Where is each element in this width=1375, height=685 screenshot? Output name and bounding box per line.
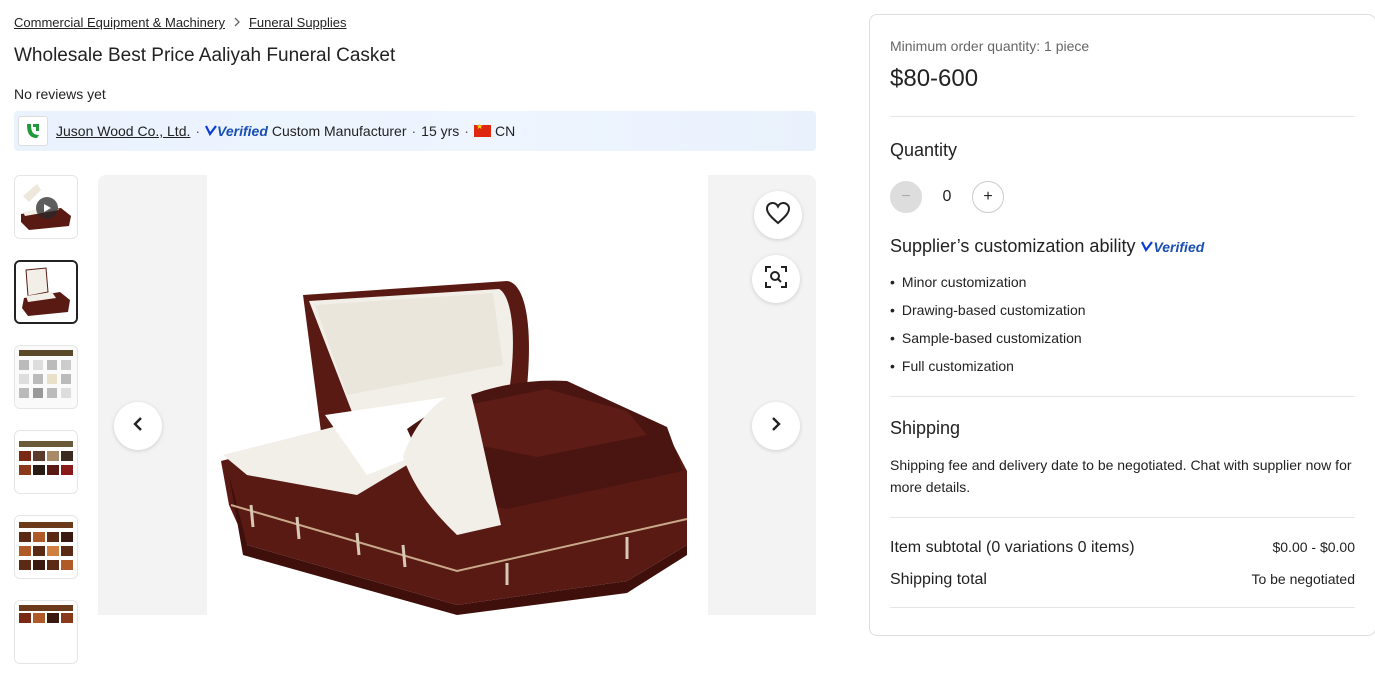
product-image-gallery bbox=[98, 175, 816, 615]
shipping-total-label: Shipping total bbox=[890, 571, 987, 588]
subtotal-label: Item subtotal (0 variations 0 items) bbox=[890, 539, 1135, 556]
supplier-name-link[interactable]: Juson Wood Co., Ltd. bbox=[56, 123, 190, 139]
heart-icon bbox=[765, 201, 791, 230]
customization-list: • Minor customization • Drawing-based cust… bbox=[890, 270, 1355, 382]
main-product-image[interactable] bbox=[207, 175, 708, 615]
supplier-country: CN bbox=[494, 123, 516, 139]
purchase-panel: Minimum order quantity: 1 piece $80-600 … bbox=[869, 14, 1375, 636]
thumbnail-lining-options[interactable] bbox=[14, 345, 78, 409]
thumbnail-color-options[interactable] bbox=[14, 430, 78, 494]
shipping-description: Shipping fee and delivery date to be neg… bbox=[890, 457, 1352, 495]
decrease-quantity-button[interactable]: − bbox=[890, 181, 922, 213]
separator-dot: · bbox=[411, 123, 417, 139]
thumbnail-casket-open[interactable] bbox=[14, 260, 78, 324]
product-title: Wholesale Best Price Aaliyah Funeral Cas… bbox=[14, 45, 396, 66]
verified-label: Verified bbox=[217, 123, 268, 139]
thumbnail-list bbox=[14, 175, 78, 685]
divider bbox=[890, 607, 1355, 608]
increase-quantity-button[interactable]: + bbox=[972, 181, 1004, 213]
customization-item: Drawing-based customization bbox=[901, 302, 1086, 318]
list-item: • Minor customization bbox=[890, 270, 1355, 298]
china-flag-icon bbox=[473, 122, 491, 137]
supplier-bar: Juson Wood Co., Ltd. · Verified Custom M… bbox=[14, 111, 816, 151]
subtotal-row: Item subtotal (0 variations 0 items) $0.… bbox=[890, 539, 1355, 557]
thumbnail-video[interactable] bbox=[14, 175, 78, 239]
verified-check-icon bbox=[205, 123, 217, 139]
verified-check-icon bbox=[1141, 239, 1154, 255]
minimum-order-quantity: Minimum order quantity: 1 piece bbox=[890, 38, 1090, 54]
chevron-left-icon bbox=[131, 416, 145, 437]
customization-title: Supplier’s customization ability bbox=[890, 236, 1136, 256]
customization-item: Minor customization bbox=[901, 274, 1027, 290]
verified-label: Verified bbox=[1153, 238, 1205, 255]
reviews-status: No reviews yet bbox=[14, 86, 106, 102]
thumbnail-more[interactable] bbox=[14, 600, 78, 664]
list-item: • Sample-based customization bbox=[890, 326, 1355, 354]
favorite-button[interactable] bbox=[754, 191, 802, 239]
visual-search-button[interactable] bbox=[752, 255, 800, 303]
quantity-stepper: − + bbox=[890, 181, 1355, 213]
breadcrumb: Commercial Equipment & Machinery Funeral… bbox=[14, 15, 347, 30]
separator-dot: · bbox=[195, 123, 201, 139]
customization-heading: Supplier’s customization ability Verifie… bbox=[890, 236, 1355, 257]
divider bbox=[890, 517, 1355, 518]
chevron-right-icon bbox=[233, 16, 241, 30]
list-item: • Drawing-based customization bbox=[890, 298, 1355, 326]
shipping-total-value: To be negotiated bbox=[1251, 571, 1355, 587]
price-range: $80-600 bbox=[890, 65, 979, 92]
quantity-label: Quantity bbox=[890, 140, 958, 160]
thumbnail-hardware-options[interactable] bbox=[14, 515, 78, 579]
divider bbox=[890, 396, 1355, 397]
next-image-button[interactable] bbox=[752, 402, 800, 450]
shipping-total-row: Shipping total To be negotiated bbox=[890, 571, 1355, 589]
previous-image-button[interactable] bbox=[114, 402, 162, 450]
customization-item: Full customization bbox=[901, 358, 1014, 374]
customization-item: Sample-based customization bbox=[901, 330, 1082, 346]
separator-dot: · bbox=[464, 123, 469, 139]
divider bbox=[890, 116, 1355, 117]
supplier-years: 15 yrs bbox=[421, 123, 460, 139]
supplier-type: Custom Manufacturer bbox=[271, 123, 407, 139]
breadcrumb-link-commercial-equipment[interactable]: Commercial Equipment & Machinery bbox=[14, 15, 225, 30]
shipping-heading: Shipping bbox=[890, 418, 961, 438]
play-icon bbox=[36, 197, 58, 219]
chevron-right-icon bbox=[769, 416, 783, 437]
subtotal-value: $0.00 - $0.00 bbox=[1272, 539, 1355, 555]
quantity-input[interactable] bbox=[922, 187, 972, 207]
breadcrumb-link-funeral-supplies[interactable]: Funeral Supplies bbox=[249, 15, 347, 30]
image-search-icon bbox=[764, 265, 788, 294]
list-item: • Full customization bbox=[890, 354, 1355, 382]
verified-badge[interactable]: Verified bbox=[1141, 239, 1204, 255]
verified-badge[interactable]: Verified bbox=[205, 123, 268, 139]
supplier-logo[interactable] bbox=[18, 116, 48, 146]
